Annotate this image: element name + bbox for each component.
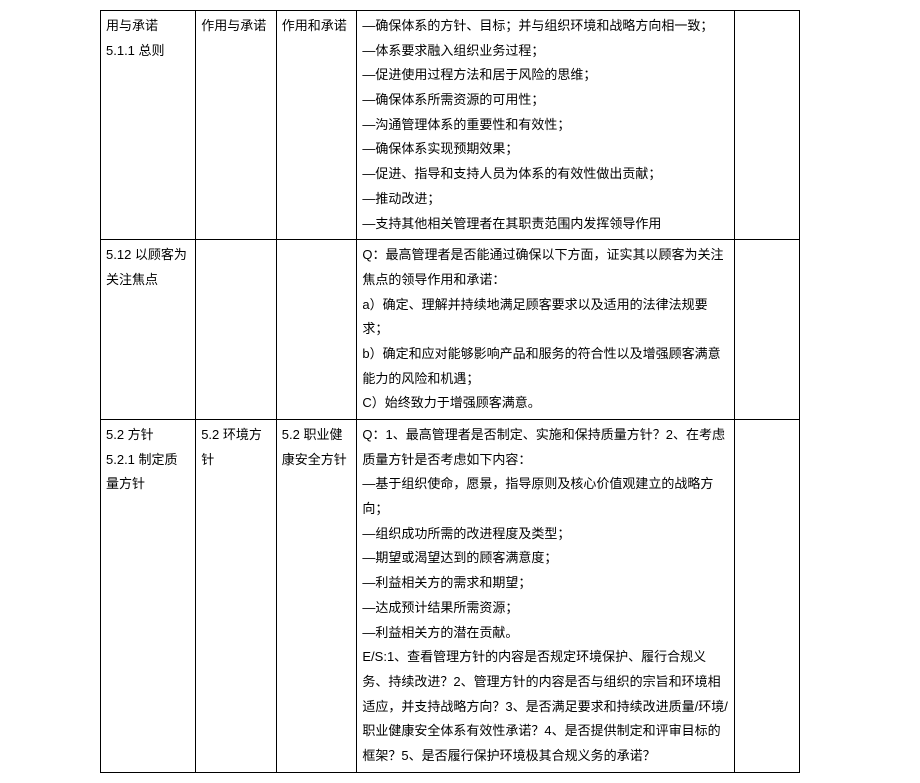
cell-clause-q: 5.2 方针5.2.1 制定质量方针 [101, 420, 196, 773]
audit-table: 用与承诺5.1.1 总则 作用与承诺 作用和承诺 —确保体系的方针、目标；并与组… [100, 10, 800, 773]
cell-clause-q: 用与承诺5.1.1 总则 [101, 11, 196, 240]
cell-clause-s: 5.2 职业健康安全方针 [276, 420, 357, 773]
cell-clause-q: 5.12 以顾客为关注焦点 [101, 240, 196, 420]
cell-content: Q：最高管理者是否能通过确保以下方面，证实其以顾客为关注焦点的领导作用和承诺：a… [357, 240, 734, 420]
cell-remark [734, 420, 799, 773]
table-row: 5.2 方针5.2.1 制定质量方针 5.2 环境方针 5.2 职业健康安全方针… [101, 420, 800, 773]
cell-content: —确保体系的方针、目标；并与组织环境和战略方向相一致；—体系要求融入组织业务过程… [357, 11, 734, 240]
table-row: 5.12 以顾客为关注焦点 Q：最高管理者是否能通过确保以下方面，证实其以顾客为… [101, 240, 800, 420]
cell-remark [734, 240, 799, 420]
cell-clause-e: 5.2 环境方针 [196, 420, 277, 773]
cell-clause-s: 作用和承诺 [276, 11, 357, 240]
cell-clause-e: 作用与承诺 [196, 11, 277, 240]
cell-clause-s [276, 240, 357, 420]
cell-content: Q：1、最高管理者是否制定、实施和保持质量方针？2、在考虑质量方针是否考虑如下内… [357, 420, 734, 773]
table-row: 用与承诺5.1.1 总则 作用与承诺 作用和承诺 —确保体系的方针、目标；并与组… [101, 11, 800, 240]
cell-clause-e [196, 240, 277, 420]
cell-remark [734, 11, 799, 240]
